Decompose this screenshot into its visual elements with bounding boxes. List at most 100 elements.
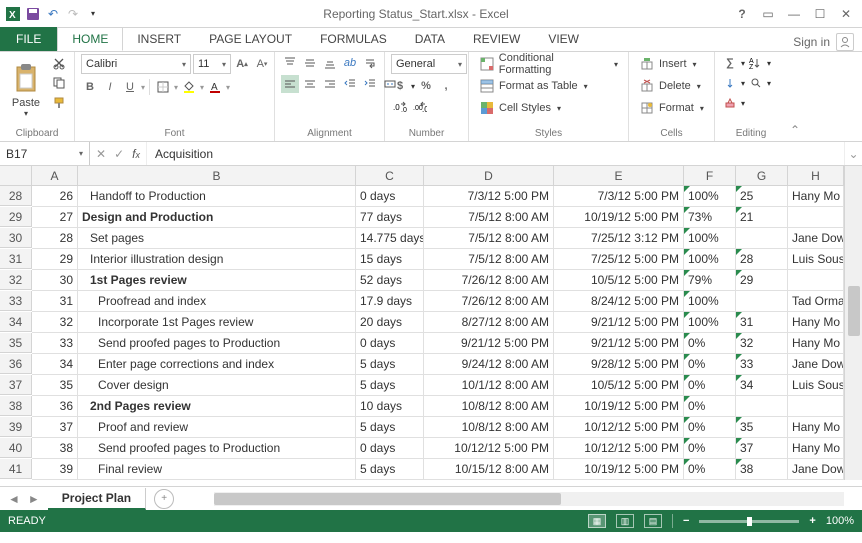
horizontal-scrollbar[interactable]	[214, 492, 844, 506]
cell[interactable]: 32	[736, 333, 788, 354]
orientation-button[interactable]: ab	[341, 54, 359, 72]
format-painter-button[interactable]	[50, 94, 68, 112]
normal-view-button[interactable]: ▦	[588, 514, 606, 528]
cell[interactable]: 10/12/12 5:00 PM	[554, 438, 684, 459]
cell[interactable]: 0%	[684, 396, 736, 417]
number-format-combo[interactable]: General▾	[391, 54, 467, 74]
cell[interactable]: 0 days	[356, 438, 424, 459]
redo-button[interactable]: ↷	[64, 5, 82, 23]
cell[interactable]: 10/12/12 5:00 PM	[554, 417, 684, 438]
align-middle-button[interactable]	[301, 54, 319, 72]
cell[interactable]: 31	[32, 291, 78, 312]
cell[interactable]: 21	[736, 207, 788, 228]
font-size-combo[interactable]: 11▾	[193, 54, 231, 74]
bold-button[interactable]: B	[81, 78, 99, 96]
cell[interactable]: 0%	[684, 438, 736, 459]
cell[interactable]: 7/26/12 8:00 AM	[424, 270, 554, 291]
clear-button[interactable]	[721, 94, 739, 112]
row-header[interactable]: 28	[0, 186, 32, 206]
cell[interactable]: 39	[32, 459, 78, 480]
increase-font-button[interactable]: A▴	[233, 55, 251, 73]
cell[interactable]: 8/27/12 8:00 AM	[424, 312, 554, 333]
cell[interactable]: 8/24/12 5:00 PM	[554, 291, 684, 312]
cell[interactable]: 10/8/12 8:00 AM	[424, 396, 554, 417]
row-header[interactable]: 31	[0, 249, 32, 269]
cell[interactable]: 0 days	[356, 186, 424, 207]
cell[interactable]: 0%	[684, 459, 736, 480]
align-left-button[interactable]	[281, 75, 299, 93]
align-right-button[interactable]	[321, 75, 339, 93]
cell[interactable]: 35	[736, 417, 788, 438]
cell[interactable]: Hany Mo	[788, 333, 844, 354]
column-header[interactable]: F	[684, 166, 736, 186]
cell[interactable]: Cover design	[78, 375, 356, 396]
cell[interactable]	[788, 396, 844, 417]
cell[interactable]: 52 days	[356, 270, 424, 291]
page-break-view-button[interactable]: ▤	[644, 514, 662, 528]
cell[interactable]: 0 days	[356, 333, 424, 354]
cell[interactable]: 10/5/12 5:00 PM	[554, 375, 684, 396]
cell[interactable]: 17.9 days	[356, 291, 424, 312]
maximize-icon[interactable]: ☐	[808, 4, 832, 24]
cell[interactable]: 0%	[684, 375, 736, 396]
cell[interactable]: 31	[736, 312, 788, 333]
save-button[interactable]	[24, 5, 42, 23]
column-header[interactable]: H	[788, 166, 844, 186]
cell[interactable]: 10/1/12 8:00 AM	[424, 375, 554, 396]
align-center-button[interactable]	[301, 75, 319, 93]
cell[interactable]: 28	[736, 249, 788, 270]
cell[interactable]	[736, 291, 788, 312]
cell[interactable]: 20 days	[356, 312, 424, 333]
wrap-text-button[interactable]	[361, 54, 379, 72]
cell[interactable]: 79%	[684, 270, 736, 291]
cell[interactable]: 9/28/12 5:00 PM	[554, 354, 684, 375]
cell[interactable]: 10/5/12 5:00 PM	[554, 270, 684, 291]
enter-formula-icon[interactable]: ✓	[114, 147, 124, 161]
tab-file[interactable]: FILE	[0, 27, 57, 51]
name-box[interactable]: B17▾	[0, 142, 90, 165]
percent-button[interactable]: %	[417, 77, 435, 95]
cell[interactable]: 34	[32, 354, 78, 375]
formula-bar[interactable]: Acquisition	[147, 142, 844, 165]
zoom-in-button[interactable]: +	[809, 515, 815, 527]
decrease-indent-button[interactable]	[341, 75, 359, 93]
cell[interactable]: 7/3/12 5:00 PM	[424, 186, 554, 207]
cell[interactable]	[736, 396, 788, 417]
expand-formula-bar-icon[interactable]: ⌄	[844, 142, 862, 165]
cell[interactable]: 7/5/12 8:00 AM	[424, 249, 554, 270]
row-header[interactable]: 37	[0, 375, 32, 395]
fill-color-button[interactable]	[180, 78, 198, 96]
underline-button[interactable]: U	[121, 78, 139, 96]
cell[interactable]: 0%	[684, 417, 736, 438]
cell[interactable]: 100%	[684, 228, 736, 249]
cell[interactable]: 10/15/12 8:00 AM	[424, 459, 554, 480]
cell[interactable]: Tad Orma	[788, 291, 844, 312]
column-header[interactable]: D	[424, 166, 554, 186]
fx-icon[interactable]: fx	[132, 147, 140, 161]
row-header[interactable]: 39	[0, 417, 32, 437]
cell[interactable]: Incorporate 1st Pages review	[78, 312, 356, 333]
collapse-ribbon-icon[interactable]: ⌃	[787, 52, 803, 141]
cell[interactable]: 9/21/12 5:00 PM	[554, 312, 684, 333]
cell[interactable]: 38	[736, 459, 788, 480]
cell[interactable]: 1st Pages review	[78, 270, 356, 291]
tab-review[interactable]: REVIEW	[459, 27, 534, 51]
cell[interactable]: 32	[32, 312, 78, 333]
column-header[interactable]: B	[78, 166, 356, 186]
cell[interactable]: Hany Mo	[788, 186, 844, 207]
select-all-corner[interactable]	[0, 166, 32, 186]
align-top-button[interactable]	[281, 54, 299, 72]
cell[interactable]: Handoff to Production	[78, 186, 356, 207]
account-icon[interactable]	[836, 33, 854, 51]
zoom-out-button[interactable]: −	[683, 515, 689, 527]
close-icon[interactable]: ✕	[834, 4, 858, 24]
cell[interactable]: 37	[32, 417, 78, 438]
cell[interactable]: 26	[32, 186, 78, 207]
cell[interactable]: Send proofed pages to Production	[78, 438, 356, 459]
cell[interactable]: 38	[32, 438, 78, 459]
cell[interactable]: 100%	[684, 249, 736, 270]
new-sheet-button[interactable]: +	[154, 489, 174, 509]
comma-button[interactable]: ,	[437, 77, 455, 95]
cell[interactable]: 77 days	[356, 207, 424, 228]
autosum-button[interactable]: ∑	[721, 54, 739, 72]
